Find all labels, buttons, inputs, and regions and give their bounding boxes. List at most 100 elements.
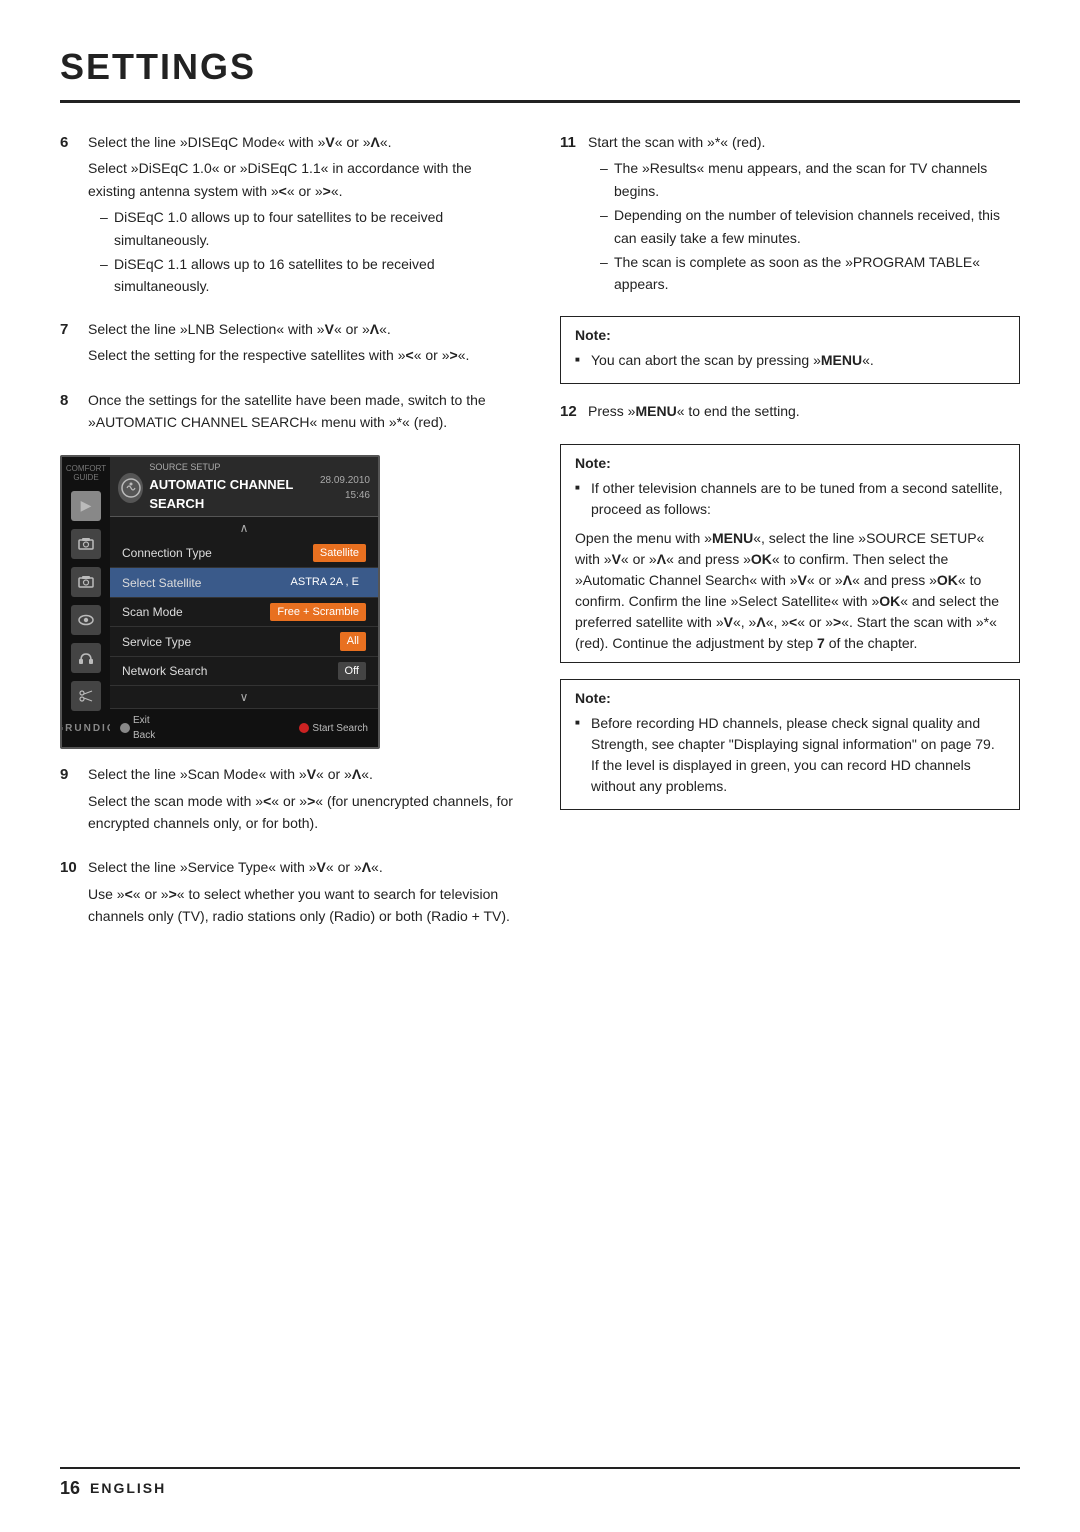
list-content-10: Select the line »Service Type« with »V« … — [88, 856, 520, 931]
tv-row-label: Select Satellite — [122, 574, 201, 592]
comfort-guide-label: COMFORTGUIDE — [66, 465, 106, 483]
tv-row-label: Scan Mode — [122, 603, 183, 621]
list-num-10: 10 — [60, 856, 88, 880]
bullet-6-1: DiSEqC 1.0 allows up to four satellites … — [100, 206, 520, 251]
right-column: 11 Start the scan with »*« (red). The »R… — [560, 131, 1020, 950]
page-title: SETTINGS — [60, 40, 1020, 103]
list-num-11: 11 — [560, 131, 588, 155]
note-title-1: Note: — [575, 325, 1005, 346]
list-content-6: Select the line »DISEqC Mode« with »V« o… — [88, 131, 520, 300]
left-column: 6 Select the line »DISEqC Mode« with »V«… — [60, 131, 520, 950]
note-3-item-1: Before recording HD channels, please che… — [575, 713, 1005, 797]
note-block-1: Note: You can abort the scan by pressing… — [560, 316, 1020, 384]
list-item: 7 Select the line »LNB Selection« with »… — [60, 318, 520, 371]
list-item: 10 Select the line »Service Type« with »… — [60, 856, 520, 931]
tv-rows: Connection Type Satellite Select Satelli… — [110, 539, 378, 687]
list-num-6: 6 — [60, 131, 88, 155]
para-8-1: Once the settings for the satellite have… — [88, 389, 520, 434]
tv-ui-outer: COMFORTGUIDE ▶ — [62, 457, 378, 747]
para-9-2: Select the scan mode with »<« or »>« (fo… — [88, 790, 520, 835]
tv-title-block: SOURCE SETUP AUTOMATIC CHANNEL SEARCH — [149, 461, 320, 514]
tv-date-time: 28.09.2010 15:46 — [320, 473, 370, 503]
tv-row-value: ASTRA 2A , E — [284, 573, 366, 592]
tv-header-left: SOURCE SETUP AUTOMATIC CHANNEL SEARCH — [118, 461, 320, 514]
page-footer: 16 ENGLISH — [60, 1467, 1020, 1502]
bullet-11-3: The scan is complete as soon as the »PRO… — [600, 251, 1020, 296]
tv-date: 28.09.2010 — [320, 473, 370, 488]
note-block-3: Note: Before recording HD channels, plea… — [560, 679, 1020, 810]
para-9-1: Select the line »Scan Mode« with »V« or … — [88, 763, 520, 785]
tv-footer: ExitBack Start Search — [110, 708, 378, 747]
tv-arrow-down: ∨ — [110, 686, 378, 708]
tv-main-title: AUTOMATIC CHANNEL SEARCH — [149, 475, 320, 514]
tv-main-area: SOURCE SETUP AUTOMATIC CHANNEL SEARCH 28… — [110, 457, 378, 747]
note-content-3: Before recording HD channels, please che… — [575, 713, 1005, 797]
tv-source-label: SOURCE SETUP — [149, 461, 320, 475]
footer-back-label: ExitBack — [133, 713, 155, 743]
sidebar-icon-headphone — [71, 643, 101, 673]
tv-arrow-up: ∧ — [110, 517, 378, 539]
sidebar-icon-play: ▶ — [71, 491, 101, 521]
para-7-1: Select the line »LNB Selection« with »V«… — [88, 318, 520, 340]
para-6-1: Select the line »DISEqC Mode« with »V« o… — [88, 131, 520, 153]
sidebar-icon-camera2 — [71, 567, 101, 597]
para-12-1: Press »MENU« to end the setting. — [588, 400, 1020, 422]
list-num-9: 9 — [60, 763, 88, 787]
bullet-11-2: Depending on the number of television ch… — [600, 204, 1020, 249]
note-content-1: You can abort the scan by pressing »MENU… — [575, 350, 1005, 371]
note-content-2: If other television channels are to be t… — [575, 478, 1005, 654]
list-content-8: Once the settings for the satellite have… — [88, 389, 520, 438]
tv-row-label: Connection Type — [122, 544, 212, 562]
footer-start-label: Start Search — [312, 721, 368, 736]
list-num-7: 7 — [60, 318, 88, 342]
list-content-7: Select the line »LNB Selection« with »V«… — [88, 318, 520, 371]
para-10-2: Use »<« or »>« to select whether you wan… — [88, 883, 520, 928]
list-item: 8 Once the settings for the satellite ha… — [60, 389, 520, 438]
list-content-12: Press »MENU« to end the setting. — [588, 400, 1020, 426]
list-num-12: 12 — [560, 400, 588, 424]
tv-row-connection: Connection Type Satellite — [110, 539, 378, 569]
note-title-3: Note: — [575, 688, 1005, 709]
note-title-2: Note: — [575, 453, 1005, 474]
list-item: 6 Select the line »DISEqC Mode« with »V«… — [60, 131, 520, 300]
bullets-11: The »Results« menu appears, and the scan… — [588, 157, 1020, 295]
tv-header-icon — [118, 473, 143, 503]
tv-row-servicetype: Service Type All — [110, 627, 378, 657]
tv-row-label: Network Search — [122, 662, 207, 680]
page: SETTINGS 6 Select the line »DISEqC Mode«… — [0, 0, 1080, 990]
tv-sidebar: COMFORTGUIDE ▶ — [62, 457, 110, 747]
para-11-1: Start the scan with »*« (red). — [588, 131, 1020, 153]
para-6-2: Select »DiSEqC 1.0« or »DiSEqC 1.1« in a… — [88, 157, 520, 202]
tv-row-satellite: Select Satellite ASTRA 2A , E — [110, 568, 378, 598]
back-dot — [120, 723, 130, 733]
sidebar-icon-scissors — [71, 681, 101, 711]
note-2-para: Open the menu with »MENU«, select the li… — [575, 528, 1005, 654]
main-columns: 6 Select the line »DISEqC Mode« with »V«… — [60, 131, 1020, 950]
bullet-11-1: The »Results« menu appears, and the scan… — [600, 157, 1020, 202]
sidebar-icon-camera1 — [71, 529, 101, 559]
bullet-6-2: DiSEqC 1.1 allows up to 16 satellites to… — [100, 253, 520, 298]
list-item: 11 Start the scan with »*« (red). The »R… — [560, 131, 1020, 298]
list-item: 9 Select the line »Scan Mode« with »V« o… — [60, 763, 520, 838]
para-10-1: Select the line »Service Type« with »V« … — [88, 856, 520, 878]
tv-time: 15:46 — [320, 488, 370, 503]
tv-ui-mockup: COMFORTGUIDE ▶ — [60, 455, 380, 749]
tv-row-label: Service Type — [122, 633, 191, 651]
list-content-9: Select the line »Scan Mode« with »V« or … — [88, 763, 520, 838]
bullets-6: DiSEqC 1.0 allows up to four satellites … — [88, 206, 520, 298]
tv-row-value: Free + Scramble — [270, 603, 366, 622]
tv-row-value: Off — [338, 662, 366, 681]
tv-row-value: Satellite — [313, 544, 366, 563]
list-num-8: 8 — [60, 389, 88, 413]
tv-row-scanmode: Scan Mode Free + Scramble — [110, 598, 378, 628]
list-item: 12 Press »MENU« to end the setting. — [560, 400, 1020, 426]
tv-header: SOURCE SETUP AUTOMATIC CHANNEL SEARCH 28… — [110, 457, 378, 517]
tv-footer-start: Start Search — [299, 713, 368, 743]
sidebar-icon-eye — [71, 605, 101, 635]
note-2-item-1: If other television channels are to be t… — [575, 478, 1005, 520]
para-7-2: Select the setting for the respective sa… — [88, 344, 520, 366]
tv-row-value: All — [340, 632, 366, 651]
note-block-2: Note: If other television channels are t… — [560, 444, 1020, 663]
tv-footer-back: ExitBack — [120, 713, 155, 743]
page-lang: ENGLISH — [90, 1478, 166, 1499]
